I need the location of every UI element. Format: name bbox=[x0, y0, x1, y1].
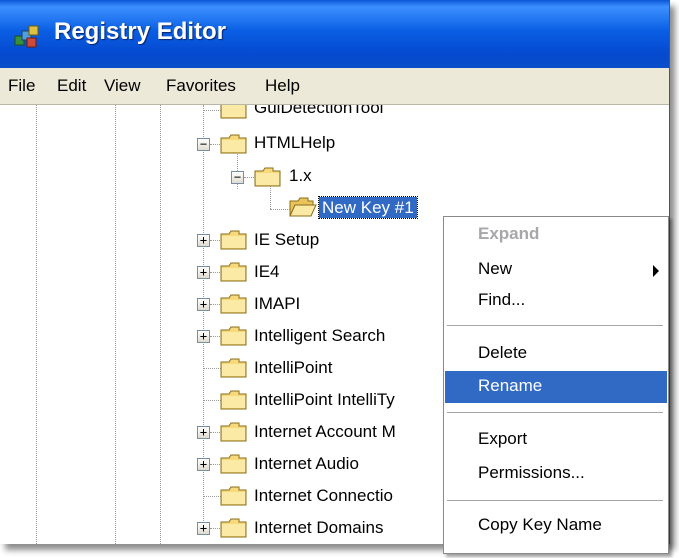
collapse-icon[interactable]: − bbox=[231, 171, 244, 184]
folder-icon bbox=[220, 262, 247, 282]
tree-item-label[interactable]: New Key #1 bbox=[318, 196, 418, 219]
tree-item-label: IE4 bbox=[254, 262, 280, 281]
menu-item-find[interactable]: Find... bbox=[445, 285, 667, 317]
tree-item-label: IE Setup bbox=[254, 230, 320, 249]
menu-separator bbox=[447, 325, 663, 326]
tree-item-label: IntelliPoint bbox=[254, 358, 333, 377]
submenu-arrow-icon bbox=[653, 265, 659, 277]
tree-guide-line bbox=[160, 105, 161, 544]
tree-item-label: HTMLHelp bbox=[254, 133, 336, 152]
folder-open-icon bbox=[289, 197, 317, 217]
menu-item-new[interactable]: New bbox=[445, 254, 667, 286]
tree-item-label: Internet Audio bbox=[254, 454, 359, 473]
menu-edit[interactable]: Edit bbox=[57, 76, 86, 96]
menu-favorites[interactable]: Favorites bbox=[166, 76, 236, 96]
folder-icon bbox=[220, 454, 247, 474]
menu-item-rename[interactable]: Rename bbox=[445, 371, 667, 403]
folder-icon bbox=[220, 518, 247, 538]
tree-guide-line bbox=[270, 185, 271, 209]
menu-item-expand[interactable]: Expand bbox=[445, 219, 667, 251]
context-menu: Expand New Find... Delete Rename Export … bbox=[443, 216, 669, 554]
folder-icon bbox=[220, 230, 247, 250]
folder-icon bbox=[220, 422, 247, 442]
expand-icon[interactable]: + bbox=[197, 522, 210, 535]
menu-view[interactable]: View bbox=[104, 76, 141, 96]
window-title: Registry Editor bbox=[54, 18, 227, 45]
tree-item-label: Internet Account M bbox=[254, 422, 396, 441]
tree-guide-line bbox=[36, 105, 37, 544]
menu-item-permissions[interactable]: Permissions... bbox=[445, 458, 667, 490]
tree-item-label: Internet Connectio bbox=[254, 486, 393, 505]
tree-item-label: Internet Domains bbox=[254, 518, 384, 537]
collapse-icon[interactable]: − bbox=[197, 138, 210, 151]
tree-item-label: Intelligent Search bbox=[254, 326, 386, 345]
menu-item-delete[interactable]: Delete bbox=[445, 338, 667, 370]
folder-icon bbox=[220, 105, 247, 119]
folder-icon bbox=[220, 294, 247, 314]
folder-icon bbox=[254, 167, 281, 187]
tree-item-label: 1.x bbox=[289, 166, 312, 185]
expand-icon[interactable]: + bbox=[197, 458, 210, 471]
tree-guide-line bbox=[115, 105, 116, 544]
menu-separator bbox=[447, 500, 663, 501]
menu-help[interactable]: Help bbox=[265, 76, 300, 96]
menu-file[interactable]: File bbox=[8, 76, 35, 96]
expand-icon[interactable]: + bbox=[197, 266, 210, 279]
menu-item-export[interactable]: Export bbox=[445, 424, 667, 456]
menu-item-copy-key-name[interactable]: Copy Key Name bbox=[445, 510, 667, 542]
tree-item-label: GuiDetectionTool bbox=[254, 105, 384, 117]
folder-icon bbox=[220, 486, 247, 506]
expand-icon[interactable]: + bbox=[197, 298, 210, 311]
expand-icon[interactable]: + bbox=[197, 426, 210, 439]
folder-icon bbox=[220, 358, 247, 378]
registry-editor-icon bbox=[14, 25, 39, 48]
title-bar[interactable]: Registry Editor bbox=[0, 0, 669, 68]
menu-separator bbox=[447, 412, 663, 413]
expand-icon[interactable]: + bbox=[197, 234, 210, 247]
menu-bar: File Edit View Favorites Help bbox=[0, 68, 669, 105]
folder-icon bbox=[220, 134, 247, 154]
folder-icon bbox=[220, 326, 247, 346]
tree-item-label: IntelliPoint IntelliTy bbox=[254, 390, 395, 409]
tree-item-label: IMAPI bbox=[254, 294, 301, 313]
folder-icon bbox=[220, 390, 247, 410]
expand-icon[interactable]: + bbox=[197, 330, 210, 343]
